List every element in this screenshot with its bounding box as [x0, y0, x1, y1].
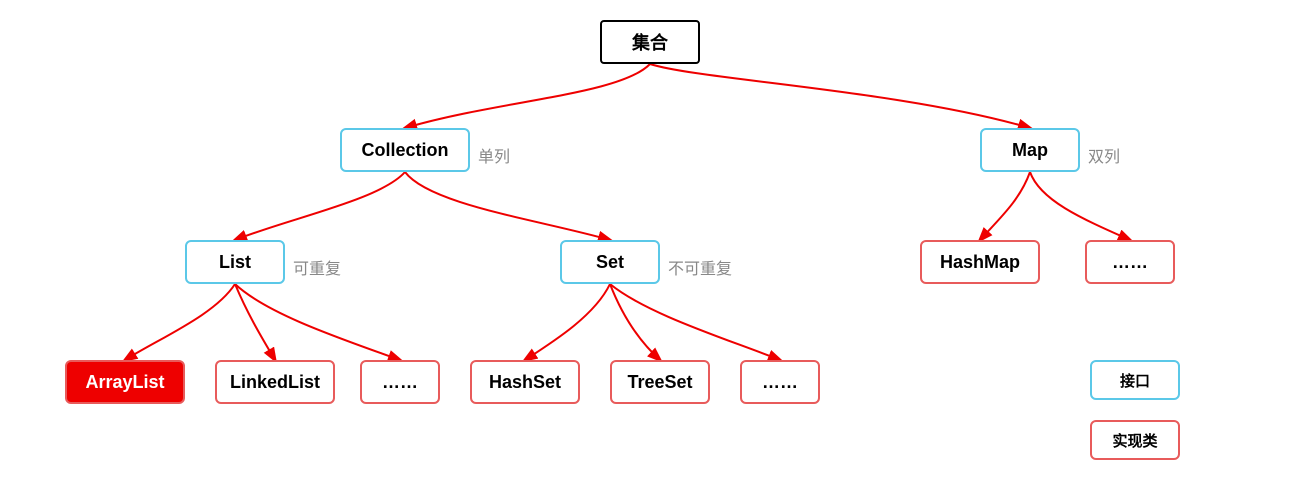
node-list: List: [185, 240, 285, 284]
node-arraylist: ArrayList: [65, 360, 185, 404]
node-set-etc: ……: [740, 360, 820, 404]
legend-interface-box: 接口: [1090, 360, 1180, 400]
node-hashset: HashSet: [470, 360, 580, 404]
node-list-etc: ……: [360, 360, 440, 404]
node-hashmap: HashMap: [920, 240, 1040, 284]
label-single-col: 单列: [478, 143, 510, 167]
node-treeset: TreeSet: [610, 360, 710, 404]
diagram-container: 集合 Collection Map 单列 双列 List 可重复 Set 不可重…: [0, 0, 1291, 500]
label-not-repeatable: 不可重复: [668, 255, 732, 279]
legend-impl-box: 实现类: [1090, 420, 1180, 460]
node-map: Map: [980, 128, 1080, 172]
node-linkedlist: LinkedList: [215, 360, 335, 404]
label-repeatable: 可重复: [293, 255, 341, 279]
node-map-etc: ……: [1085, 240, 1175, 284]
node-root: 集合: [600, 20, 700, 64]
node-set: Set: [560, 240, 660, 284]
node-collection: Collection: [340, 128, 470, 172]
label-double-col: 双列: [1088, 143, 1120, 167]
